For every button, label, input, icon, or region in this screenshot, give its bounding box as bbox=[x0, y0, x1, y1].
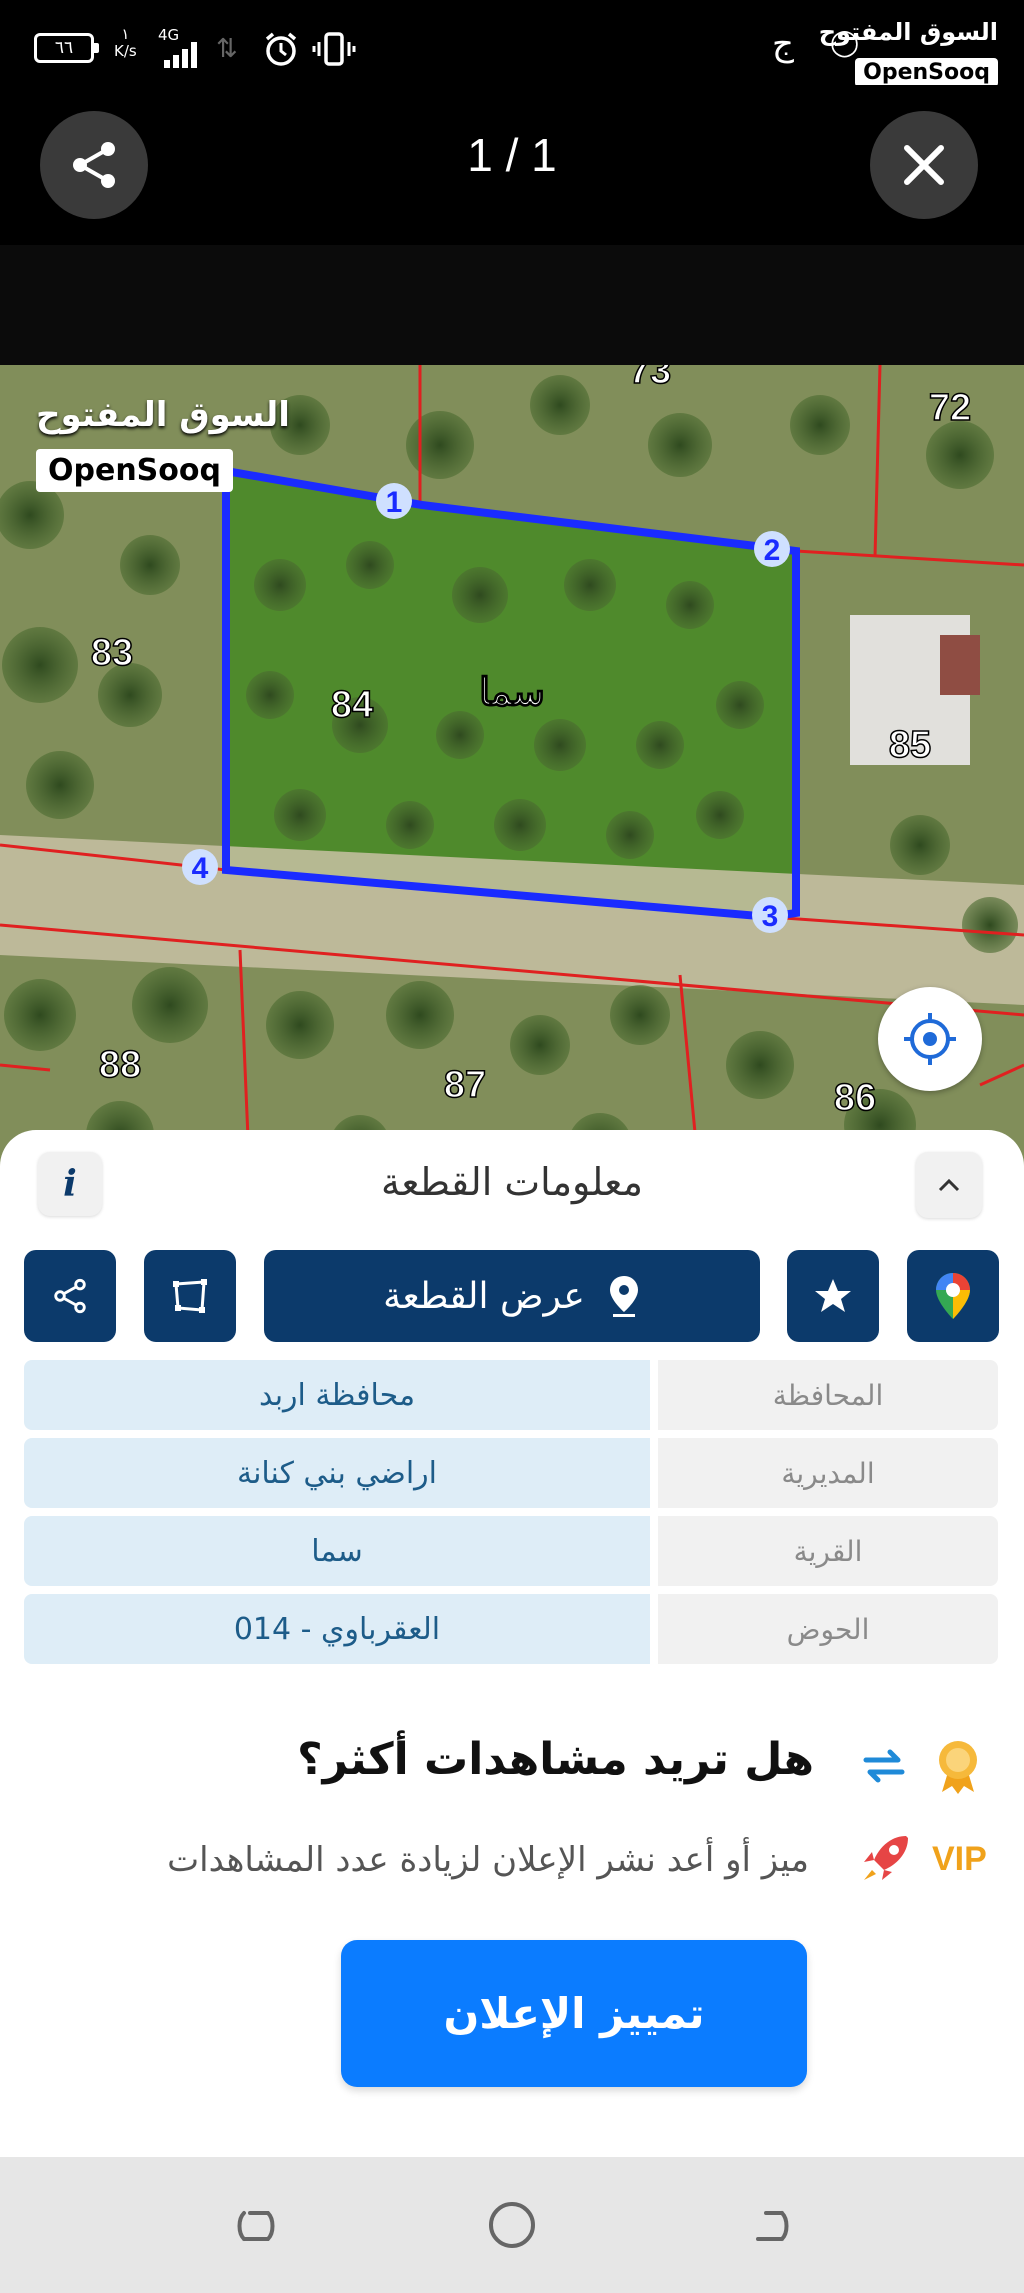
network-speed-value: ١ bbox=[121, 25, 130, 43]
parcel-73-label: 73 bbox=[629, 365, 671, 392]
view-parcel-label: عرض القطعة bbox=[383, 1275, 585, 1317]
parcel-85-label: 85 bbox=[889, 724, 931, 766]
google-maps-button[interactable] bbox=[907, 1250, 999, 1342]
recents-button[interactable] bbox=[230, 2199, 282, 2251]
governorate-key: المحافظة bbox=[658, 1360, 998, 1430]
parcel-72-label: 72 bbox=[929, 387, 971, 429]
notification-icon: ﺝ bbox=[772, 24, 794, 64]
governorate-value: محافظة اربد bbox=[24, 1360, 650, 1430]
battery-icon: ٦٦ bbox=[34, 33, 99, 63]
share-parcel-button[interactable] bbox=[24, 1250, 116, 1342]
table-row: محافظة اربد المحافظة bbox=[24, 1360, 998, 1430]
close-icon bbox=[904, 145, 944, 185]
basin-value: العقرباوي - 014 bbox=[24, 1594, 650, 1664]
recents-icon bbox=[237, 2211, 275, 2241]
network-speed-unit: K/s bbox=[114, 42, 137, 60]
crosshair-icon bbox=[904, 1013, 956, 1065]
home-icon bbox=[489, 2202, 535, 2248]
sheet-title: معلومات القطعة bbox=[381, 1160, 643, 1204]
vibrate-icon bbox=[312, 30, 356, 72]
promote-ad-button[interactable]: تمييز الإعلان bbox=[341, 1940, 807, 2087]
repost-icon bbox=[858, 1740, 910, 1796]
map-watermark-arabic: السوق المفتوح bbox=[36, 395, 290, 435]
collapse-button[interactable] bbox=[916, 1152, 982, 1218]
status-app-logo-arabic: السوق المفتوح bbox=[818, 18, 998, 46]
promo-title: هل تريد مشاهدات أكثر؟ bbox=[297, 1734, 814, 1785]
vertex-3-label: 3 bbox=[762, 900, 779, 933]
parcel-86-label: 86 bbox=[834, 1077, 876, 1119]
system-navigation-bar bbox=[0, 2157, 1024, 2293]
basin-key: الحوض bbox=[658, 1594, 998, 1664]
parcel-84-label: 84 bbox=[331, 684, 373, 726]
status-app-logo-latin: OpenSooq bbox=[855, 58, 998, 87]
rocket-icon bbox=[858, 1830, 914, 1896]
parcel-map[interactable]: 1 2 3 4 73 72 83 84 سما 85 88 87 86 السو… bbox=[0, 365, 1024, 1185]
table-row: العقرباوي - 014 الحوض bbox=[24, 1594, 998, 1664]
directorate-value: اراضي بني كنانة bbox=[24, 1438, 650, 1508]
parcel-83-label: 83 bbox=[91, 632, 133, 674]
back-button[interactable] bbox=[744, 2199, 796, 2251]
google-maps-icon bbox=[936, 1273, 970, 1319]
toolbar-spacer bbox=[0, 245, 1024, 365]
network-speed: ١ K/s bbox=[114, 26, 137, 60]
signal-icon bbox=[160, 42, 206, 68]
village-label: سما bbox=[479, 672, 544, 714]
back-icon bbox=[756, 2211, 789, 2241]
promote-ad-card: هل تريد مشاهدات أكثر؟ ميز أو أعد نشر الإ… bbox=[0, 1680, 1024, 2157]
status-bar: ٦٦ ١ K/s 4G ⇅ ﺝ ◯ السوق المفتوح OpenSooq bbox=[0, 0, 1024, 87]
parcel-88-label: 88 bbox=[99, 1044, 141, 1086]
promo-subtitle: ميز أو أعد نشر الإعلان لزيادة عدد المشاه… bbox=[167, 1840, 809, 1880]
vertex-1-label: 1 bbox=[386, 486, 403, 519]
village-value: سما bbox=[24, 1516, 650, 1586]
star-icon bbox=[815, 1279, 851, 1312]
locate-button[interactable] bbox=[878, 987, 982, 1091]
vip-badge: VIP bbox=[932, 1840, 987, 1878]
location-pin-icon bbox=[609, 1276, 638, 1317]
parcel-87-label: 87 bbox=[444, 1064, 486, 1106]
map-watermark-latin: OpenSooq bbox=[36, 449, 233, 492]
village-key: القرية bbox=[658, 1516, 998, 1586]
close-button[interactable] bbox=[870, 111, 978, 219]
alarm-icon bbox=[262, 30, 300, 72]
directorate-key: المديرية bbox=[658, 1438, 998, 1508]
home-button[interactable] bbox=[486, 2199, 538, 2251]
vertex-2-label: 2 bbox=[764, 534, 781, 567]
view-parcel-button[interactable]: عرض القطعة bbox=[264, 1250, 760, 1342]
parcel-info-sheet: i معلومات القطعة عرض القطعة محافظة اربد … bbox=[0, 1130, 1024, 1670]
battery-level: ٦٦ bbox=[54, 38, 74, 58]
polygon-icon bbox=[173, 1279, 207, 1313]
data-arrows-icon: ⇅ bbox=[216, 34, 238, 64]
medal-icon bbox=[934, 1738, 982, 1798]
chevron-up-icon bbox=[938, 1178, 960, 1192]
table-row: اراضي بني كنانة المديرية bbox=[24, 1438, 998, 1508]
vertex-4-label: 4 bbox=[192, 852, 209, 885]
measure-parcel-button[interactable] bbox=[144, 1250, 236, 1342]
table-row: سما القرية bbox=[24, 1516, 998, 1586]
share-icon bbox=[54, 1278, 86, 1314]
favorite-button[interactable] bbox=[787, 1250, 879, 1342]
